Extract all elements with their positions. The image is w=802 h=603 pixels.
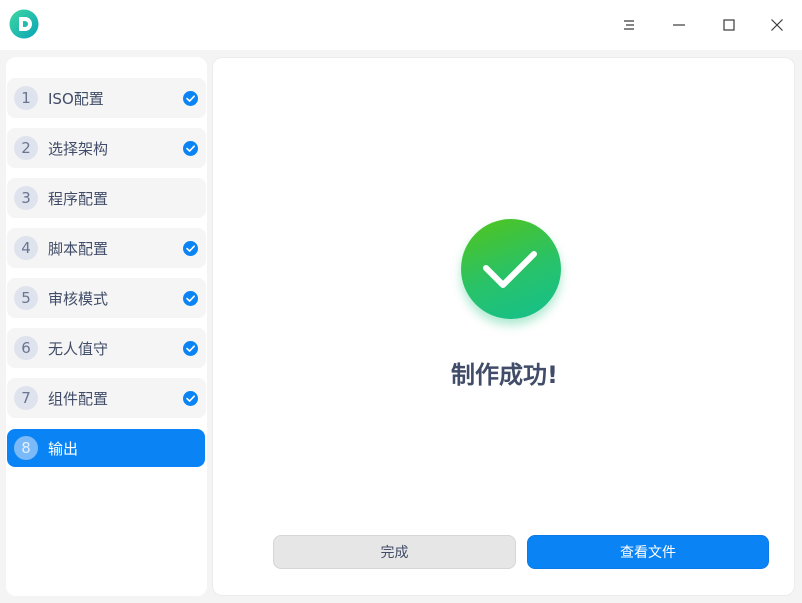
maximize-icon — [723, 19, 735, 31]
step-number: 3 — [14, 186, 38, 210]
minimize-icon — [673, 24, 685, 26]
step-label: 审核模式 — [48, 289, 109, 308]
step-number: 7 — [14, 386, 38, 410]
view-files-button[interactable]: 查看文件 — [527, 535, 769, 569]
step-label: ISO配置 — [48, 89, 104, 108]
sidebar-step-8[interactable]: 8 输出 — [7, 429, 205, 467]
sidebar-step-4[interactable]: 4 脚本配置 — [7, 228, 206, 268]
close-button[interactable] — [752, 0, 802, 50]
main-panel: 制作成功! 完成 查看文件 — [212, 57, 795, 596]
close-icon — [771, 19, 783, 31]
completed-check-icon — [183, 341, 198, 356]
step-label: 程序配置 — [48, 189, 109, 208]
title-bar — [0, 0, 802, 50]
menu-icon — [624, 20, 634, 30]
completed-check-icon — [183, 291, 198, 306]
step-number: 4 — [14, 236, 38, 260]
step-label: 组件配置 — [48, 389, 109, 408]
app-logo-icon — [9, 9, 39, 39]
step-number: 6 — [14, 336, 38, 360]
step-label: 选择架构 — [48, 139, 109, 158]
sidebar-step-6[interactable]: 6 无人值守 — [7, 328, 206, 368]
done-button[interactable]: 完成 — [273, 535, 516, 569]
maximize-button[interactable] — [704, 0, 754, 50]
sidebar-step-1[interactable]: 1 ISO配置 — [7, 78, 206, 118]
minimize-button[interactable] — [654, 0, 704, 50]
sidebar-step-7[interactable]: 7 组件配置 — [7, 378, 206, 418]
menu-button[interactable] — [604, 0, 654, 50]
step-number: 1 — [14, 86, 38, 110]
step-label: 输出 — [48, 439, 79, 458]
sidebar-step-3[interactable]: 3 程序配置 — [7, 178, 206, 218]
step-label: 无人值守 — [48, 339, 109, 358]
success-check-icon — [461, 219, 561, 319]
step-number: 8 — [14, 436, 38, 460]
step-number: 2 — [14, 136, 38, 160]
step-number: 5 — [14, 286, 38, 310]
completed-check-icon — [183, 141, 198, 156]
completed-check-icon — [183, 241, 198, 256]
completed-check-icon — [183, 91, 198, 106]
steps-sidebar: 1 ISO配置 2 选择架构 3 程序配置 4 脚本配置 5 审核模式 6 无人值守 7 组件配置 8 输出 — [6, 57, 207, 596]
status-message: 制作成功! — [451, 361, 558, 389]
step-label: 脚本配置 — [48, 239, 109, 258]
sidebar-step-2[interactable]: 2 选择架构 — [7, 128, 206, 168]
sidebar-step-5[interactable]: 5 审核模式 — [7, 278, 206, 318]
completed-check-icon — [183, 391, 198, 406]
